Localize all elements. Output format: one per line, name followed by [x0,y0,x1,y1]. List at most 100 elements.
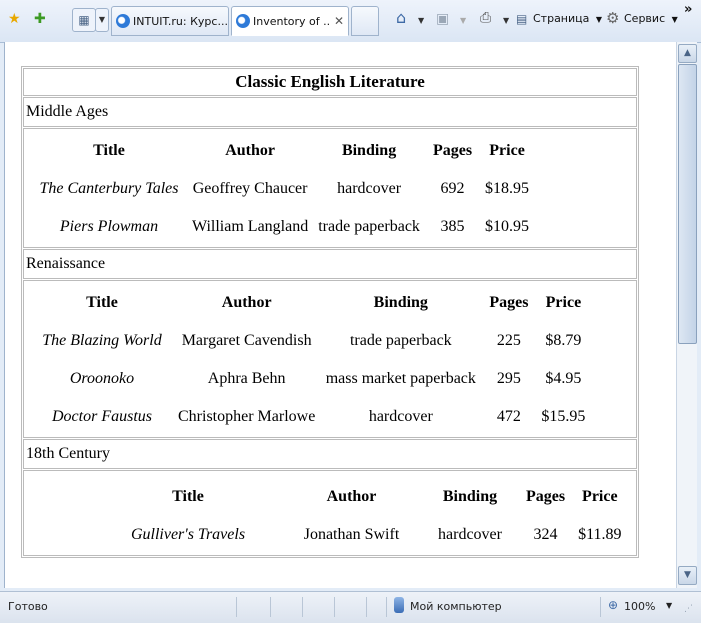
status-bar: Готово Мой компьютер ⊕ 100% ▼ ⋰ [0,591,701,623]
pages-cell: 225 [496,332,521,349]
table-row: Gulliver's Travels Jonathan Swift hardco… [96,517,626,553]
zoom-icon[interactable]: ⊕ [608,598,618,612]
add-favorites-icon[interactable]: ✚ [34,11,46,27]
gear-icon[interactable]: ⚙ [606,10,619,26]
section-heading: Renaissance [23,249,637,279]
binding-cell: hardcover [337,180,402,197]
column-header: Binding [442,488,498,505]
chevron-down-icon: ▼ [671,15,678,24]
section-table: Title Author Binding Pages Price Gullive… [94,477,628,555]
new-tab-button[interactable] [351,6,379,36]
column-header: Title [93,142,125,159]
author-cell: Christopher Marlowe [178,408,316,425]
section-body: Title Author Binding Pages Price The Bla… [23,280,637,438]
column-header: Binding [373,294,428,311]
column-header: Author [326,488,377,505]
author-cell: Aphra Behn [207,370,286,387]
tab-inventory[interactable]: Inventory of ... ✕ [231,6,349,36]
toolbar-overflow-chevron[interactable]: » [684,2,692,17]
table-row: The Blazing World Margaret Cavendish tra… [32,323,589,359]
section-heading: Middle Ages [23,97,637,127]
title-cell: The Blazing World [42,332,162,349]
binding-cell: hardcover [438,526,502,543]
table-row: Doctor Faustus Christopher Marlowe hardc… [32,399,589,435]
column-header: Price [489,142,525,159]
title-cell: Doctor Faustus [52,408,152,425]
favorites-star-icon[interactable]: ★ [8,11,21,27]
tab-label: Inventory of ... [253,14,331,28]
status-divider [270,597,271,617]
column-header: Pages [432,142,473,159]
pages-cell: 295 [496,370,521,387]
page-menu-icon[interactable]: ▤ [516,11,527,27]
author-cell: Jonathan Swift [303,526,400,543]
title-cell: Oroonoko [69,370,135,387]
security-zone-label: Мой компьютер [410,600,502,613]
status-divider [366,597,367,617]
home-icon[interactable]: ⌂ [396,10,406,26]
close-tab-icon[interactable]: ✕ [334,14,344,28]
scroll-up-button[interactable]: ▲ [678,44,697,63]
print-dropdown-icon[interactable]: ▼ [503,13,509,29]
print-icon[interactable]: ⎙ [480,10,491,26]
table-frame: Classic English Literature Middle Ages T… [21,66,639,558]
page-viewport: Classic English Literature Middle Ages T… [4,42,677,588]
resize-grip-icon[interactable]: ⋰ [684,604,693,614]
tab-intuit[interactable]: INTUIT.ru: Курс... [111,6,229,36]
page-menu-button[interactable]: Страница ▼ [533,12,602,25]
pages-cell: 324 [533,526,558,543]
pages-cell: 692 [440,180,465,197]
binding-cell: mass market paperback [325,370,476,387]
binding-cell: trade paperback [318,218,420,235]
section-body: Title Author Binding Pages Price The Can… [23,128,637,248]
price-cell: $18.95 [485,180,530,197]
column-header: Author [225,142,275,159]
pages-cell: 472 [496,408,521,425]
table-caption: Classic English Literature [23,68,637,96]
table-row: Oroonoko Aphra Behn mass market paperbac… [32,361,589,397]
tab-list-dropdown-icon[interactable]: ▼ [95,8,109,32]
scroll-thumb[interactable] [678,64,697,344]
ie-page-icon [236,14,250,28]
column-header: Price [545,294,582,311]
section-table: Title Author Binding Pages Price The Bla… [30,283,591,437]
quick-tabs-icon[interactable]: ▦ [72,8,96,32]
price-cell: $10.95 [485,218,530,235]
column-header: Binding [341,142,397,159]
header-row: Title Author Binding Pages Price [96,479,626,515]
column-header: Price [582,488,618,505]
author-cell: Geoffrey Chaucer [192,180,308,197]
vertical-scrollbar[interactable]: ▲ ▼ [676,42,697,588]
section-table: Title Author Binding Pages Price The Can… [30,131,535,247]
author-cell: William Langland [192,218,309,235]
chevron-down-icon: ▼ [595,15,603,24]
binding-cell: hardcover [368,408,433,425]
section-body: Title Author Binding Pages Price Gullive… [23,470,637,556]
price-cell: $15.95 [541,408,586,425]
column-header: Author [221,294,272,311]
table-row: Piers Plowman William Langland trade pap… [32,209,533,245]
browser-toolbar: ★ ✚ ▦ ▼ INTUIT.ru: Курс... Inventory of … [0,0,701,43]
price-cell: $4.95 [545,370,582,387]
page-menu-label: Страница [533,12,590,25]
status-divider [236,597,237,617]
service-menu-button[interactable]: Сервис ▼ [624,12,678,25]
literature-table: Classic English Literature Middle Ages T… [21,66,639,558]
column-header: Title [172,488,204,505]
column-header: Pages [526,488,566,505]
status-divider [386,597,387,617]
tab-label: INTUIT.ru: Курс... [133,14,228,28]
header-row: Title Author Binding Pages Price [32,285,589,321]
price-cell: $11.89 [578,526,622,543]
zoom-level[interactable]: 100% [624,600,655,613]
zoom-dropdown-icon[interactable]: ▼ [666,601,672,610]
feeds-dropdown-icon[interactable]: ▼ [460,13,466,29]
feeds-icon[interactable]: ▣ [436,11,449,27]
header-row: Title Author Binding Pages Price [32,133,533,169]
table-row: The Canterbury Tales Geoffrey Chaucer ha… [32,171,533,207]
column-header: Pages [489,294,529,311]
pages-cell: 385 [440,218,465,235]
scroll-down-button[interactable]: ▼ [678,566,697,585]
home-dropdown-icon[interactable]: ▼ [418,13,424,29]
author-cell: Margaret Cavendish [181,332,312,349]
